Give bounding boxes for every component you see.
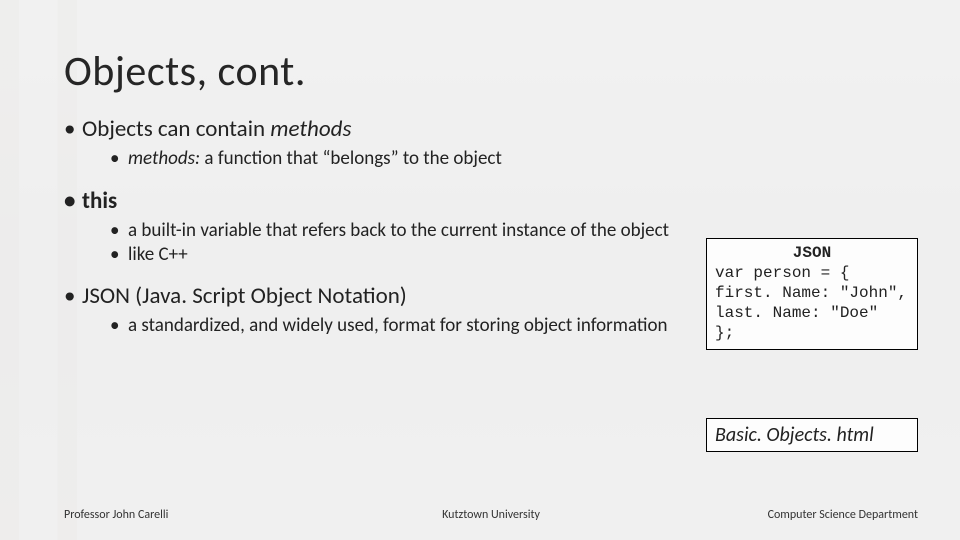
file-reference-text: Basic. Objects. html [715,423,874,447]
bullet-this-sub2: like C++ [110,243,710,267]
footer: Professor John Carelli Kutztown Universi… [64,508,918,522]
bullet-methods-sublist: methods: a function that “belongs” to th… [110,147,896,171]
json-code-line: var person = { [715,263,909,283]
json-code-box: JSON var person = { first. Name: "John",… [706,238,918,350]
bullet-methods-def: methods: a function that “belongs” to th… [110,147,710,171]
bullet-json-sub1: a standardized, and widely used, format … [110,314,710,338]
bullet-methods-text-em: methods [270,115,351,143]
footer-department: Computer Science Department [768,508,918,522]
bullet-json-text: JSON (Java. Script Object Notation) [82,282,407,310]
bullet-methods-def-em: methods: [128,147,200,170]
json-code-line: first. Name: "John", [715,283,909,303]
json-code-line: last. Name: "Doe" [715,303,909,323]
bullet-this-text: this [82,187,117,215]
slide-title: Objects, cont. [64,46,896,97]
json-code-line: }; [715,323,909,343]
bullet-methods: Objects can contain methods methods: a f… [64,115,896,171]
bullet-methods-def-rest: a function that “belongs” to the object [200,147,502,170]
file-reference-box: Basic. Objects. html [706,418,918,452]
bullet-this-sub1: a built-in variable that refers back to … [110,219,710,243]
json-code-title: JSON [715,243,909,263]
footer-author: Professor John Carelli [64,508,168,522]
bullet-methods-text-plain: Objects can contain [82,115,270,143]
